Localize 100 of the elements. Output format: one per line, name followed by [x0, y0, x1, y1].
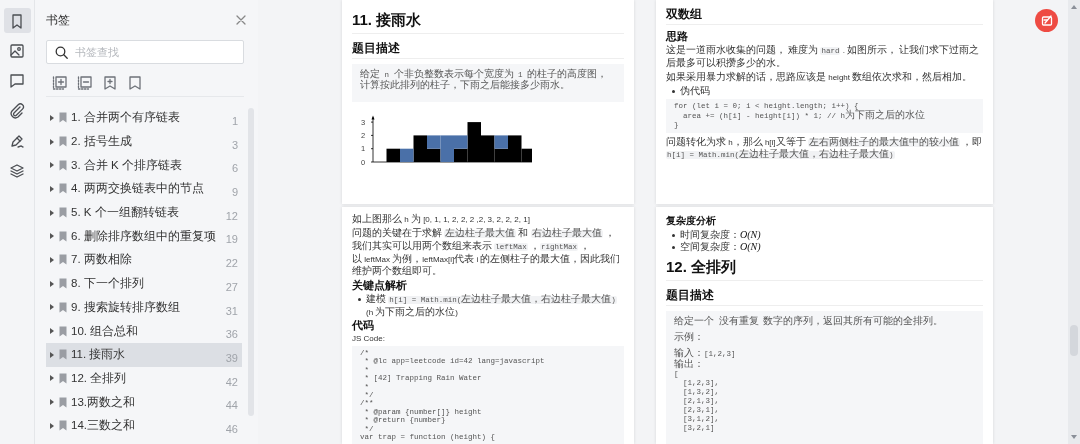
floating-button[interactable]: [1035, 9, 1058, 32]
bookmarks-tab[interactable]: [3, 8, 31, 33]
bookmark-item[interactable]: 2. 括号生成 3: [46, 129, 242, 154]
scroll-down-icon[interactable]: [1071, 435, 1077, 439]
bookmark-icon: [59, 136, 67, 148]
bookmark-label: 5. K 个一组翻转链表: [71, 205, 179, 221]
bookmark-item[interactable]: 8. 下一个排列 27: [46, 271, 242, 296]
bookmark-icon: [59, 159, 67, 171]
bookmark-label: 4. 两两交换链表中的节点: [71, 181, 204, 197]
description-text: 示例：: [674, 332, 705, 343]
subheading: 代码: [352, 319, 375, 332]
caret-icon[interactable]: [49, 351, 55, 358]
page-number: 12: [225, 209, 238, 222]
bookmark-label: 13.两数之和: [71, 394, 135, 410]
caret-icon[interactable]: [49, 185, 55, 192]
speech-bubble-icon: [9, 72, 25, 89]
caret-icon[interactable]: [49, 399, 55, 406]
paperclip-icon: [9, 102, 25, 119]
caret-icon[interactable]: [49, 280, 55, 287]
caret-icon[interactable]: [49, 375, 55, 382]
bookmark-icon: [59, 325, 67, 337]
list-item-text: 伪代码: [680, 85, 710, 97]
minor-heading: 复杂度分析: [666, 215, 717, 227]
caret-icon[interactable]: [49, 209, 55, 216]
bookmark-item[interactable]: 14.三数之和 46: [46, 413, 242, 438]
bookmark-label: 6. 删除排序数组中的重复项: [71, 228, 216, 244]
caret-icon[interactable]: [49, 162, 55, 169]
paragraph: 如上图那么 h 为 [0, 1, 1, 2, 2, 2 ,2, 3, 2, 2, 2, 1]: [352, 213, 531, 225]
bookmark-icon: [59, 349, 67, 361]
bookmark-label: 8. 下一个排列: [71, 276, 144, 292]
bookmark-plus-icon[interactable]: [102, 75, 117, 90]
bookmark-item[interactable]: 11. 接雨水 39: [46, 342, 242, 367]
page-number: 27: [225, 280, 238, 293]
list-item-text: 时间复杂度：O(N): [680, 229, 761, 241]
bullet-icon: [672, 234, 675, 237]
caret-icon[interactable]: [49, 138, 55, 145]
panel-title: 书签: [46, 11, 70, 29]
bookmark-item[interactable]: 6. 删除排序数组中的重复项 19: [46, 224, 242, 249]
page-number: 1: [231, 115, 238, 127]
bookmark-item[interactable]: 4. 两两交换链表中的节点 9: [46, 177, 242, 201]
bookmark-label: 1. 合并两个有序链表: [71, 110, 180, 126]
section-heading: 12. 全排列: [666, 253, 983, 281]
page-number: 44: [225, 399, 238, 412]
page-number: 42: [225, 375, 238, 388]
bookmark-label: 14.三数之和: [71, 418, 135, 434]
bookmark-item[interactable]: 1. 合并两个有序链表 1: [46, 106, 242, 130]
page-number: 9: [231, 186, 238, 199]
subsection-heading: 双数组: [666, 6, 983, 25]
subheading: 思路: [666, 30, 689, 43]
image-icon: [9, 42, 25, 59]
scroll-up-icon[interactable]: [1071, 5, 1077, 9]
minus-square-icon[interactable]: [77, 75, 92, 90]
bookmark-label: 9. 搜索旋转排序数组: [71, 299, 180, 315]
caret-icon[interactable]: [49, 422, 55, 429]
paragraph: 如果采用暴力求解的话，思路应该是 height 数组依次求和，然后相加。: [666, 71, 974, 83]
page-number: 31: [225, 304, 238, 317]
bookmark-icon: [59, 396, 67, 408]
bookmark-icon: [59, 207, 67, 219]
bookmark-item[interactable]: 3. 合并 K 个排序链表 6: [46, 153, 242, 178]
bookmark-icon: [59, 278, 67, 290]
subsection-heading: 题目描述: [666, 287, 983, 306]
section-heading: 11. 接雨水: [352, 6, 624, 34]
bullet-icon: [672, 90, 675, 93]
list-item-text: 空间复杂度：O(N): [680, 241, 761, 253]
bookmark-label: 3. 合并 K 个排序链表: [71, 157, 182, 173]
bookmark-label: 7. 两数相除: [71, 252, 132, 268]
bookmark-item[interactable]: 7. 两数相除 22: [46, 248, 242, 272]
bookmark-icon: [59, 183, 67, 195]
caret-icon[interactable]: [49, 233, 55, 240]
search-icon: [55, 46, 68, 59]
bookmark-icon: [59, 372, 67, 384]
page-number: 36: [225, 328, 238, 341]
subsection-heading: 题目描述: [352, 40, 624, 59]
bookmark-icon[interactable]: [127, 75, 142, 90]
bookmark-icon: [59, 254, 67, 266]
page-number: 3: [231, 138, 238, 151]
close-icon[interactable]: [236, 15, 246, 25]
plus-square-icon[interactable]: [52, 75, 67, 90]
chart-bar: [386, 148, 400, 162]
caret-icon[interactable]: [49, 304, 55, 311]
bookmark-label: 11. 接雨水: [71, 347, 126, 363]
caret-icon[interactable]: [49, 114, 55, 121]
bookmark-item[interactable]: 12. 全排列 42: [46, 366, 242, 391]
bookmark-item[interactable]: 10. 组合总和 36: [46, 319, 242, 343]
bookmark-icon: [59, 420, 67, 432]
bookmark-icon: [59, 112, 67, 124]
search-field[interactable]: 书签查找: [46, 40, 244, 64]
edit-icon: [1040, 14, 1053, 27]
caret-icon[interactable]: [49, 328, 55, 335]
bookmark-item[interactable]: 5. K 个一组翻转链表 12: [46, 200, 242, 225]
subheading: 关键点解析: [352, 279, 408, 292]
bookmark-icon: [9, 12, 25, 29]
paragraph: JS Code:: [352, 333, 386, 344]
bookmark-item[interactable]: 9. 搜索旋转排序数组 31: [46, 295, 242, 320]
layers-icon: [9, 162, 25, 179]
page-number: 6: [231, 162, 238, 175]
caret-icon[interactable]: [49, 256, 55, 263]
bookmark-item[interactable]: 13.两数之和 44: [46, 390, 242, 414]
scrollbar[interactable]: [1068, 0, 1080, 444]
page-number: 22: [225, 257, 238, 270]
